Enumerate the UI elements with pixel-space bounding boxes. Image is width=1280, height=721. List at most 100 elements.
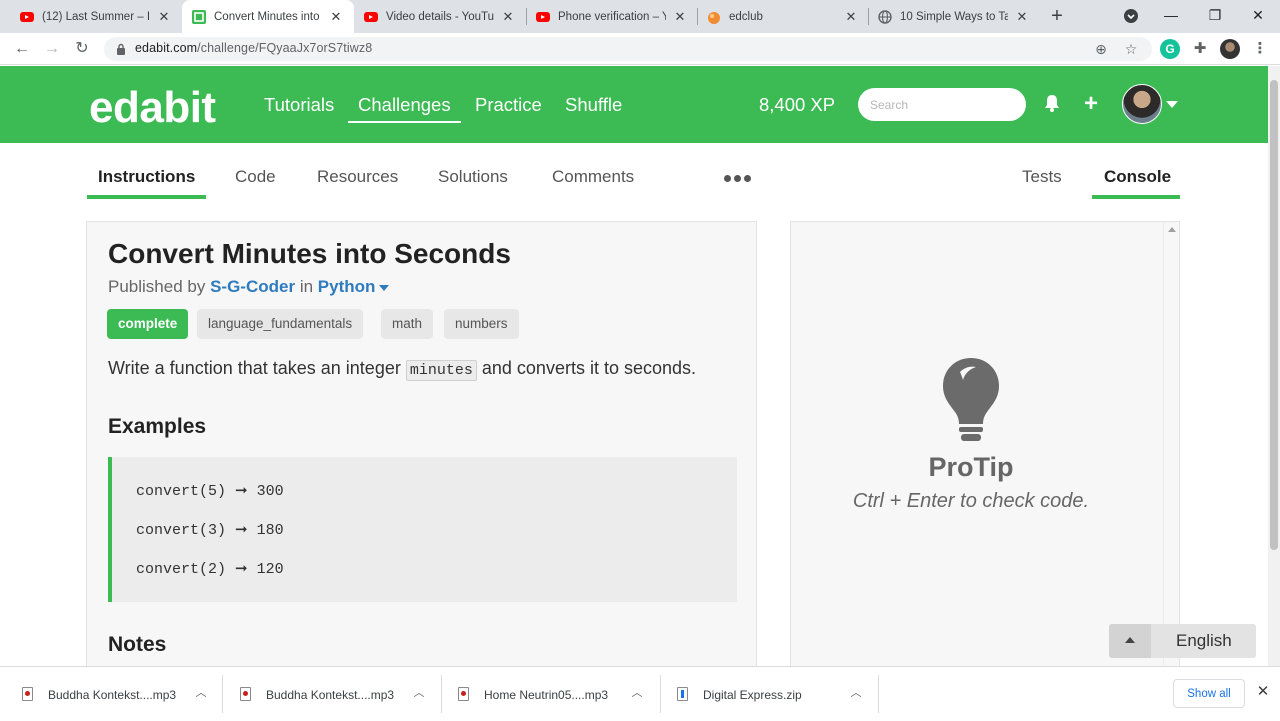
- example-line: convert(2) ➞ 120: [136, 561, 284, 578]
- close-window-icon[interactable]: ✕: [1238, 0, 1278, 33]
- browser-tab-strip: (12) Last Summer – Iku ✕ Convert Minutes…: [0, 0, 1280, 33]
- chevron-down-icon[interactable]: [1166, 101, 1178, 108]
- challenge-description: Write a function that takes an integer m…: [108, 358, 697, 381]
- scroll-up-icon[interactable]: [1168, 227, 1176, 232]
- back-icon[interactable]: ←: [11, 38, 33, 60]
- chevron-up-icon[interactable]: [1109, 624, 1151, 658]
- close-tab-icon[interactable]: ✕: [328, 9, 344, 25]
- tab-code[interactable]: Code: [235, 167, 276, 187]
- edabit-icon: [192, 9, 206, 24]
- zoom-icon[interactable]: ⊕: [1092, 40, 1110, 58]
- download-item[interactable]: Buddha Kontekst....mp3 ︿: [0, 667, 218, 721]
- new-tab-icon[interactable]: +: [1046, 6, 1068, 28]
- tab-tests[interactable]: Tests: [1022, 167, 1062, 187]
- close-tab-icon[interactable]: ✕: [843, 9, 859, 25]
- bell-icon[interactable]: [1041, 93, 1063, 115]
- address-bar[interactable]: edabit.com/challenge/FQyaaJx7orS7tiwz8 ⊕…: [104, 37, 1152, 61]
- bookmark-star-icon[interactable]: ☆: [1122, 40, 1140, 58]
- youtube-icon: [364, 10, 378, 24]
- show-all-button[interactable]: Show all: [1173, 679, 1245, 708]
- close-tab-icon[interactable]: ✕: [156, 9, 172, 25]
- language-link[interactable]: Python: [318, 277, 376, 296]
- url-path: /challenge/FQyaaJx7orS7tiwz8: [197, 41, 373, 55]
- nav-shuffle[interactable]: Shuffle: [565, 94, 622, 116]
- download-item[interactable]: Buddha Kontekst....mp3 ︿: [218, 667, 436, 721]
- language-label: English: [1176, 631, 1232, 650]
- restore-icon[interactable]: ❐: [1195, 0, 1235, 33]
- close-tab-icon[interactable]: ✕: [1014, 9, 1030, 25]
- browser-tab[interactable]: edclub ✕: [697, 0, 869, 33]
- in-label: in: [299, 277, 314, 296]
- tab-title: edclub: [729, 10, 763, 23]
- edabit-logo[interactable]: edabit: [89, 83, 216, 133]
- chevron-up-icon[interactable]: ︿: [849, 686, 863, 700]
- tab-search-icon[interactable]: [1111, 0, 1151, 33]
- extensions-puzzle-icon[interactable]: ✚: [1190, 39, 1210, 59]
- console-panel: ProTip Ctrl + Enter to check code.: [790, 221, 1180, 681]
- audio-file-icon: [240, 687, 251, 701]
- minimize-icon[interactable]: —: [1151, 0, 1191, 33]
- search-input[interactable]: [858, 88, 1026, 121]
- close-icon[interactable]: ✕: [1254, 683, 1272, 701]
- description-text: and converts it to seconds.: [481, 358, 697, 378]
- browser-toolbar: ← → ↻ edabit.com/challenge/FQyaaJx7orS7t…: [0, 33, 1280, 65]
- description-text: Write a function that takes an integer: [108, 358, 401, 378]
- forward-icon[interactable]: →: [41, 38, 63, 60]
- plus-icon[interactable]: +: [1080, 92, 1102, 116]
- chevron-up-icon[interactable]: ︿: [412, 686, 426, 700]
- close-tab-icon[interactable]: ✕: [672, 9, 688, 25]
- reload-icon[interactable]: ↻: [71, 38, 93, 60]
- chevron-up-icon[interactable]: ︿: [630, 686, 644, 700]
- browser-tab[interactable]: Phone verification – Yo ✕: [526, 0, 698, 33]
- tab-instructions[interactable]: Instructions: [98, 167, 195, 187]
- avatar[interactable]: [1122, 84, 1162, 124]
- tab-title: 10 Simple Ways to Talk: [900, 10, 1008, 23]
- tab-resources[interactable]: Resources: [317, 167, 398, 187]
- more-options-icon[interactable]: [724, 175, 751, 182]
- author-link[interactable]: S-G-Coder: [210, 277, 295, 296]
- browser-tab-active[interactable]: Convert Minutes into Se ✕: [182, 0, 354, 33]
- page-scrollbar[interactable]: [1268, 66, 1280, 666]
- challenge-subnav: Instructions Code Resources Solutions Co…: [0, 143, 1268, 203]
- example-line: convert(5) ➞ 300: [136, 483, 284, 500]
- example-line: convert(3) ➞ 180: [136, 522, 284, 539]
- browser-tab[interactable]: 10 Simple Ways to Talk ✕: [868, 0, 1040, 33]
- language-selector[interactable]: English: [1109, 624, 1256, 658]
- nav-tutorials[interactable]: Tutorials: [264, 94, 334, 116]
- browser-menu-icon[interactable]: ⋮: [1250, 39, 1270, 59]
- nav-practice[interactable]: Practice: [475, 94, 542, 116]
- browser-tab[interactable]: Video details - YouTube ✕: [354, 0, 526, 33]
- notes-heading: Notes: [108, 633, 167, 656]
- scrollbar-thumb[interactable]: [1270, 80, 1278, 550]
- download-item[interactable]: Digital Express.zip ︿: [655, 667, 873, 721]
- browser-tab[interactable]: (12) Last Summer – Iku ✕: [0, 0, 182, 33]
- byline: Published by S-G-Coder in Python: [108, 277, 390, 297]
- divider: [878, 675, 879, 713]
- close-tab-icon[interactable]: ✕: [500, 9, 516, 25]
- tab-title: (12) Last Summer – Iku: [42, 10, 150, 23]
- tag-complete[interactable]: complete: [107, 309, 189, 339]
- tag-numbers[interactable]: numbers: [444, 309, 519, 339]
- tab-title: Convert Minutes into Se: [214, 10, 322, 23]
- profile-avatar[interactable]: [1220, 39, 1240, 59]
- nav-challenges[interactable]: Challenges: [348, 94, 461, 123]
- page-title: Convert Minutes into Seconds: [108, 238, 511, 269]
- tab-console[interactable]: Console: [1104, 167, 1171, 187]
- examples-code-block: convert(5) ➞ 300 convert(3) ➞ 180 conver…: [108, 457, 737, 602]
- tag-math[interactable]: math: [381, 309, 434, 339]
- instructions-panel: Convert Minutes into Seconds Published b…: [86, 221, 757, 681]
- console-scrollbar[interactable]: [1163, 222, 1179, 680]
- download-filename: Digital Express.zip: [703, 688, 802, 702]
- download-filename: Home Neutrin05....mp3: [484, 688, 609, 702]
- download-item[interactable]: Home Neutrin05....mp3 ︿: [436, 667, 654, 721]
- chevron-up-icon[interactable]: ︿: [194, 686, 208, 700]
- chevron-down-icon[interactable]: [379, 284, 390, 291]
- grammarly-icon[interactable]: G: [1160, 39, 1180, 59]
- tag-language-fundamentals[interactable]: language_fundamentals: [197, 309, 364, 339]
- tab-title: Video details - YouTube: [386, 10, 494, 23]
- examples-heading: Examples: [108, 415, 207, 438]
- tab-comments[interactable]: Comments: [552, 167, 634, 187]
- tab-solutions[interactable]: Solutions: [438, 167, 508, 187]
- edclub-icon: [707, 10, 721, 24]
- download-filename: Buddha Kontekst....mp3: [266, 688, 395, 702]
